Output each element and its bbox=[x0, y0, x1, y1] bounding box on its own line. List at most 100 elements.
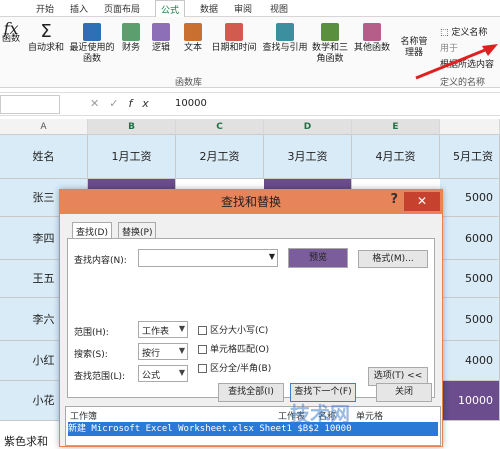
checkbox-icon bbox=[198, 326, 207, 335]
tab-replace[interactable]: 替换(P) bbox=[118, 222, 157, 238]
column-header-b[interactable]: B bbox=[88, 119, 176, 135]
scope-value: 工作表 bbox=[142, 327, 170, 337]
checkbox-icon bbox=[198, 345, 207, 354]
red-arrow-annotation bbox=[415, 44, 498, 80]
sigma-icon: Σ bbox=[40, 21, 52, 42]
recent-functions-label: 最近使用的函数 bbox=[69, 43, 115, 64]
cancel-icon[interactable]: ✕ bbox=[90, 97, 109, 110]
chevron-down-icon: ▼ bbox=[178, 368, 185, 377]
header-cell-name[interactable]: 姓名 bbox=[0, 135, 88, 179]
search-label: 搜索(S): bbox=[74, 350, 108, 360]
results-list[interactable]: 工作簿 工作表 名称 单元格 新建 Microsoft Excel Worksh… bbox=[65, 406, 441, 446]
scope-label: 范围(H): bbox=[74, 328, 109, 338]
autosum-button[interactable]: Σ 自动求和 bbox=[26, 23, 66, 54]
header-cell-m5[interactable]: 5月工资 bbox=[440, 135, 500, 179]
column-header-e[interactable]: E bbox=[352, 119, 440, 135]
look-in-label: 查找范围(L): bbox=[74, 372, 126, 382]
column-header-d[interactable]: D bbox=[264, 119, 352, 135]
ribbon-tab-bar: 开始 插入 页面布局 公式 数据 审阅 视图 bbox=[0, 0, 500, 18]
text-label: 文本 bbox=[183, 43, 202, 53]
star-icon bbox=[83, 23, 101, 41]
tab-formulas[interactable]: 公式 bbox=[155, 0, 186, 18]
more-functions-button[interactable]: 其他函数 bbox=[352, 23, 392, 54]
fx-label: 函数 bbox=[1, 34, 20, 44]
match-width-label: 区分全/半角(B) bbox=[210, 364, 272, 374]
tab-view[interactable]: 视图 bbox=[270, 2, 288, 15]
match-case-checkbox[interactable]: 区分大小写(C) bbox=[198, 323, 268, 336]
tab-home[interactable]: 开始 bbox=[36, 2, 54, 15]
match-cell-checkbox[interactable]: 单元格匹配(O) bbox=[198, 342, 269, 355]
help-icon[interactable]: ? bbox=[390, 192, 398, 207]
find-all-button[interactable]: 查找全部(I) bbox=[218, 383, 284, 402]
tab-find[interactable]: 查找(D) bbox=[72, 222, 112, 238]
value-cell-f[interactable]: 5000 bbox=[440, 260, 500, 298]
chevron-down-icon: ▼ bbox=[178, 346, 185, 355]
formula-bar-icons: ✕✓fx bbox=[90, 97, 159, 110]
define-name-button[interactable]: ⬚ 定义名称 bbox=[440, 25, 487, 38]
look-in-select[interactable]: 公式 ▼ bbox=[138, 365, 188, 382]
enter-icon[interactable]: ✓ bbox=[109, 97, 128, 110]
logical-label: 逻辑 bbox=[151, 43, 170, 53]
header-cell-m3[interactable]: 3月工资 bbox=[264, 135, 352, 179]
formula-input[interactable]: 10000 bbox=[175, 98, 207, 109]
financial-label: 财务 bbox=[121, 43, 140, 53]
financial-icon bbox=[122, 23, 140, 41]
fx-formula-icon[interactable]: fx bbox=[128, 97, 158, 110]
chevron-down-icon: ▼ bbox=[178, 324, 185, 333]
clock-icon bbox=[225, 23, 243, 41]
column-header-f[interactable] bbox=[440, 119, 500, 135]
find-panel: 查找内容(N): ▼ 预览 格式(M)... 范围(H): 工作表 ▼ 搜索(S)… bbox=[67, 238, 435, 398]
more-functions-icon bbox=[363, 23, 381, 41]
close-icon[interactable]: ✕ bbox=[404, 192, 440, 211]
format-preview: 预览 bbox=[288, 248, 348, 268]
question-icon bbox=[152, 23, 170, 41]
value-cell-f[interactable]: 4000 bbox=[440, 341, 500, 381]
value-cell-f[interactable]: 5000 bbox=[440, 298, 500, 341]
results-header-cell[interactable]: 单元格 bbox=[356, 409, 383, 422]
chevron-down-icon[interactable]: ▼ bbox=[269, 252, 275, 261]
fx-icon: fx bbox=[3, 19, 19, 38]
lookup-icon bbox=[276, 23, 294, 41]
logical-button[interactable]: 逻辑 bbox=[148, 23, 174, 54]
recent-functions-button[interactable]: 最近使用的函数 bbox=[68, 23, 116, 65]
lookup-reference-button[interactable]: 查找与引用 bbox=[258, 23, 312, 54]
dialog-title: 查找和替换 bbox=[60, 190, 442, 214]
header-cell-m2[interactable]: 2月工资 bbox=[176, 135, 264, 179]
value-cell-f-purple[interactable]: 10000 bbox=[440, 381, 500, 421]
tab-insert[interactable]: 插入 bbox=[70, 2, 88, 15]
match-width-checkbox[interactable]: 区分全/半角(B) bbox=[198, 361, 271, 374]
value-cell-f[interactable]: 5000 bbox=[440, 179, 500, 217]
tab-data[interactable]: 数据 bbox=[200, 2, 218, 15]
financial-button[interactable]: 财务 bbox=[118, 23, 144, 54]
date-time-button[interactable]: 日期和时间 bbox=[210, 23, 258, 54]
close-button[interactable]: 关闭 bbox=[376, 383, 432, 402]
math-trig-button[interactable]: 数学和三角函数 bbox=[312, 23, 348, 65]
match-cell-label: 单元格匹配(O) bbox=[210, 345, 270, 355]
text-button[interactable]: 文本 bbox=[180, 23, 206, 54]
column-header-c[interactable]: C bbox=[176, 119, 264, 135]
result-row[interactable]: 新建 Microsoft Excel Worksheet.xlsx Sheet1… bbox=[68, 422, 438, 436]
function-library-label: 函数库 bbox=[175, 78, 203, 88]
find-replace-dialog: 查找和替换 ? ✕ 查找(D) 替换(P) 查找内容(N): ▼ 预览 格式(M… bbox=[59, 189, 443, 447]
find-what-label: 查找内容(N): bbox=[74, 256, 127, 266]
scope-select[interactable]: 工作表 ▼ bbox=[138, 321, 188, 338]
find-what-input[interactable]: ▼ bbox=[138, 249, 278, 267]
insert-function-button[interactable]: fx 函数 bbox=[0, 19, 22, 45]
watermark-logo: 技术网 bbox=[290, 402, 350, 426]
look-in-value: 公式 bbox=[142, 371, 161, 381]
lookup-reference-label: 查找与引用 bbox=[262, 43, 308, 53]
search-value: 按行 bbox=[142, 349, 161, 359]
more-functions-label: 其他函数 bbox=[353, 43, 390, 53]
results-header-workbook[interactable]: 工作簿 bbox=[70, 409, 97, 422]
match-case-label: 区分大小写(C) bbox=[210, 326, 269, 336]
value-cell-f[interactable]: 6000 bbox=[440, 217, 500, 260]
search-select[interactable]: 按行 ▼ bbox=[138, 343, 188, 360]
tab-page-layout[interactable]: 页面布局 bbox=[104, 2, 140, 15]
name-box[interactable] bbox=[0, 95, 60, 114]
column-header-a[interactable]: A bbox=[0, 119, 88, 135]
format-button[interactable]: 格式(M)... bbox=[358, 250, 428, 268]
tag-icon: ⬚ bbox=[440, 28, 449, 38]
tab-review[interactable]: 审阅 bbox=[234, 2, 252, 15]
header-cell-m1[interactable]: 1月工资 bbox=[88, 135, 176, 179]
header-cell-m4[interactable]: 4月工资 bbox=[352, 135, 440, 179]
